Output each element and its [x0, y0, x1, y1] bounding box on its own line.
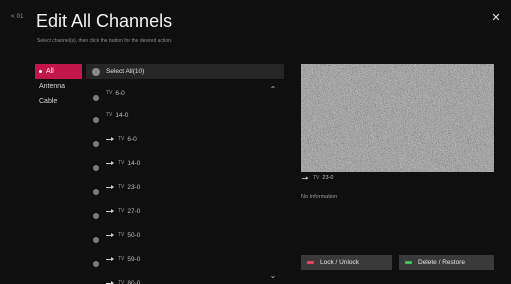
- channel-number: 6-0: [127, 135, 137, 143]
- antenna-arrow-icon: [106, 184, 115, 190]
- channel-list: Select All(10) TV 6-0 TV 14-0 TV 6-0 TV 14-0…: [86, 64, 284, 284]
- antenna-arrow-icon: [106, 232, 115, 238]
- preview-channel-type: TV: [313, 175, 320, 181]
- filter-list: All Antenna Cable: [35, 64, 82, 109]
- static-noise-image: [301, 64, 494, 172]
- lock-unlock-label: Lock / Unlock: [320, 259, 360, 266]
- channel-checkbox[interactable]: [93, 141, 99, 147]
- green-key-icon: [405, 261, 412, 264]
- select-all-row[interactable]: Select All(10): [86, 64, 284, 79]
- channel-preview: [301, 64, 494, 172]
- page-subtitle: Select channel(s), then click the button…: [37, 38, 173, 44]
- channel-type: TV: [118, 136, 125, 142]
- channel-label: TV 27-0: [106, 208, 140, 215]
- channel-type: TV: [118, 208, 125, 214]
- channel-number: 6-0: [115, 89, 125, 97]
- channel-number: 27-0: [127, 207, 141, 215]
- edit-all-channels-screen: < 01 Edit All Channels Select channel(s)…: [0, 0, 511, 284]
- preview-channel-number: 23-0: [322, 175, 334, 181]
- channel-checkbox[interactable]: [93, 165, 99, 171]
- program-info: No Information: [301, 194, 338, 200]
- channel-type: TV: [106, 112, 113, 118]
- channel-type: TV: [118, 280, 125, 284]
- channel-type: TV: [118, 184, 125, 190]
- channel-row[interactable]: TV 80-0: [86, 271, 284, 284]
- chevron-down-icon: ⌄: [269, 271, 277, 280]
- antenna-arrow-icon: [301, 176, 309, 180]
- channel-type: TV: [118, 160, 125, 166]
- select-all-label: Select All(10): [106, 68, 145, 75]
- antenna-arrow-icon: [106, 208, 115, 214]
- filter-item-all[interactable]: All: [35, 64, 82, 79]
- selected-dot-icon: [39, 69, 42, 73]
- channel-row[interactable]: TV 6-0: [86, 81, 284, 105]
- antenna-arrow-icon: [106, 280, 115, 284]
- channel-number: 14-0: [115, 111, 129, 119]
- channel-checkbox[interactable]: [93, 237, 99, 243]
- antenna-arrow-icon: [106, 160, 115, 166]
- channel-label: TV 50-0: [106, 232, 140, 239]
- filter-item-antenna[interactable]: Antenna: [35, 79, 82, 94]
- back-button[interactable]: < 01: [11, 14, 24, 20]
- channel-label: TV 6-0: [106, 136, 137, 143]
- filter-item-label: Antenna: [39, 83, 66, 90]
- channel-label: TV 59-0: [106, 256, 140, 263]
- chevron-up-icon: ⌃: [269, 85, 277, 94]
- scroll-up-button[interactable]: ⌃: [268, 86, 278, 94]
- channel-row[interactable]: TV 59-0: [86, 247, 284, 271]
- antenna-arrow-icon: [106, 256, 115, 262]
- channel-checkbox[interactable]: [93, 117, 99, 123]
- channel-label: TV 14-0: [106, 160, 140, 167]
- channel-checkbox[interactable]: [93, 213, 99, 219]
- scroll-down-button[interactable]: ⌄: [268, 272, 278, 280]
- channel-label: TV 80-0: [106, 280, 140, 284]
- channel-row[interactable]: TV 23-0: [86, 175, 284, 199]
- delete-restore-label: Delete / Restore: [418, 259, 465, 266]
- antenna-arrow-icon: [106, 136, 115, 142]
- channel-row[interactable]: TV 14-0: [86, 103, 284, 127]
- close-icon: ✕: [491, 12, 501, 24]
- filter-item-cable[interactable]: Cable: [35, 94, 82, 109]
- channel-checkbox[interactable]: [93, 261, 99, 267]
- channel-label: TV 14-0: [106, 112, 128, 119]
- channel-checkbox[interactable]: [93, 189, 99, 195]
- filter-item-label: All: [46, 68, 54, 75]
- channel-type: TV: [106, 90, 113, 96]
- channel-row[interactable]: TV 6-0: [86, 127, 284, 151]
- preview-channel-label: TV 23-0: [301, 175, 333, 181]
- select-all-checkbox[interactable]: [92, 67, 100, 76]
- channel-type: TV: [118, 232, 125, 238]
- channel-number: 50-0: [127, 231, 141, 239]
- channel-number: 80-0: [127, 279, 141, 284]
- channel-row[interactable]: TV 14-0: [86, 151, 284, 175]
- channel-label: TV 23-0: [106, 184, 140, 191]
- page-title: Edit All Channels: [36, 11, 173, 31]
- lock-unlock-button[interactable]: Lock / Unlock: [301, 255, 392, 270]
- close-button[interactable]: ✕: [490, 12, 502, 24]
- channel-number: 14-0: [127, 159, 141, 167]
- red-key-icon: [307, 261, 314, 264]
- filter-item-label: Cable: [39, 98, 58, 105]
- channel-number: 23-0: [127, 183, 141, 191]
- delete-restore-button[interactable]: Delete / Restore: [399, 255, 494, 270]
- channel-row[interactable]: TV 50-0: [86, 223, 284, 247]
- channel-type: TV: [118, 256, 125, 262]
- channel-checkbox[interactable]: [93, 95, 99, 101]
- channel-row[interactable]: TV 27-0: [86, 199, 284, 223]
- channel-number: 59-0: [127, 255, 141, 263]
- channel-label: TV 6-0: [106, 90, 125, 97]
